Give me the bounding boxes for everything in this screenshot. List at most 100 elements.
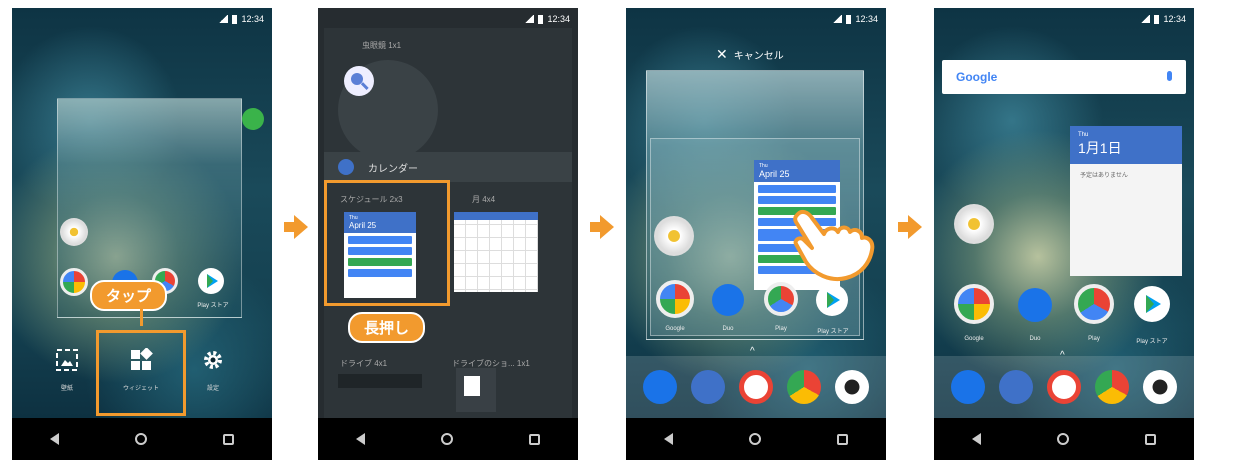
settings-option[interactable]: 設定 [198,348,228,392]
home-icon[interactable] [135,433,147,445]
google-folder-icon[interactable] [60,268,88,296]
screen-2-phone: 12:34 虫眼鏡 1x1 カレンダー スケジュール 2x3 月 4x4 Thu… [318,8,578,460]
widget-option[interactable]: ウィジェット [116,347,166,392]
cancel-label: キャンセル [733,51,784,62]
status-bar: 12:34 [524,14,570,24]
google-label: Google [964,336,984,342]
status-time: 12:34 [547,14,570,24]
google-folder-icon[interactable] [656,280,694,318]
month-widget-label: 月 4x4 [472,195,496,204]
play-store-icon[interactable] [816,284,848,316]
duo-app-icon[interactable] [712,284,744,316]
camera-app-icon[interactable] [835,370,869,404]
badge-connector [140,308,143,326]
battery-icon [232,14,238,24]
back-icon[interactable] [50,433,59,445]
google-folder-icon[interactable] [954,284,994,324]
back-icon[interactable] [356,433,365,445]
step-arrow-1 [284,215,308,239]
close-icon: ✕ [716,46,728,62]
dock [934,356,1194,418]
placed-schedule-widget[interactable]: Thu 1月1日 予定はありません [1070,126,1182,276]
gmail-app-icon[interactable] [739,370,773,404]
camera-app-icon[interactable] [1143,370,1177,404]
play-store-icon[interactable] [1134,286,1170,322]
gear-icon [204,351,222,369]
signal-icon [1140,15,1151,23]
messages-app-icon[interactable] [691,370,725,404]
home-options-menu: 壁紙 ウィジェット 設定 [12,326,272,418]
duo-app-icon[interactable] [1018,288,1052,322]
phone-app-icon[interactable] [951,370,985,404]
nav-bar [626,418,886,460]
month-widget-preview[interactable] [454,212,538,292]
step-arrow-2 [590,215,614,239]
play-store-label: Play ストア [817,329,849,335]
folder-app-icon[interactable] [954,204,994,244]
back-icon[interactable] [664,433,673,445]
drive-widget-label: ドライブ 4x1 [340,359,388,368]
play-label: Play [1088,336,1100,342]
step-arrow-3 [898,215,922,239]
calendar-header-label: カレンダー [368,163,418,175]
status-bar: 12:34 [1140,14,1186,24]
screen-1-phone: 12:34 Play ストア タップ 壁紙 ウィジェット 設定 [12,8,272,460]
magnifier-widget-label: 虫眼鏡 1x1 [362,41,402,50]
magnifier-widget-preview[interactable] [338,60,438,160]
nav-bar [934,418,1194,460]
schedule-date: April 25 [759,169,790,179]
drive-icon [464,376,480,396]
drive-shortcut-preview[interactable] [456,368,496,412]
google-search-bar[interactable]: Google [942,60,1186,94]
settings-label: 設定 [206,386,219,392]
recents-icon[interactable] [223,433,234,445]
battery-icon [1154,14,1160,24]
battery-icon [846,14,852,24]
widget-label: ウィジェット [122,386,159,392]
status-bar: 12:34 [832,14,878,24]
status-time: 12:34 [855,14,878,24]
dock [626,356,886,418]
folder-app-icon[interactable] [654,216,694,256]
chrome-app-icon[interactable] [1095,370,1129,404]
nav-bar [12,418,272,460]
play-folder-icon[interactable] [764,282,798,316]
play-store-icon[interactable] [198,268,224,294]
messages-app-icon[interactable] [999,370,1033,404]
nav-bar [318,418,578,460]
tap-badge: タップ [90,280,168,311]
play-store-label: Play ストア [197,303,229,309]
schedule-empty-text: 予定はありません [1080,173,1128,179]
back-icon[interactable] [972,433,981,445]
event-item [758,196,836,204]
screen-3-phone: 12:34 ✕ キャンセル Thu April 25 Google Duo Pl… [626,8,886,460]
wallpaper-option[interactable]: 壁紙 [52,348,82,392]
recents-icon[interactable] [1145,433,1156,445]
line-app-icon[interactable] [242,108,264,130]
magnifier-icon [344,66,374,96]
mic-icon[interactable] [1167,71,1172,81]
phone-app-icon[interactable] [643,370,677,404]
gmail-app-icon[interactable] [1047,370,1081,404]
signal-icon [832,15,843,23]
hand-pointer-icon [793,209,875,281]
schedule-widget-highlight [324,180,450,306]
cancel-button[interactable]: ✕ キャンセル [716,46,784,63]
calendar-app-icon [338,159,354,175]
play-folder-icon[interactable] [1074,284,1114,324]
home-icon[interactable] [1057,433,1069,445]
folder-app-icon[interactable] [60,218,88,246]
recents-icon[interactable] [529,433,540,445]
duo-label: Duo [722,326,734,332]
chrome-app-icon[interactable] [787,370,821,404]
status-bar: 12:34 [218,14,264,24]
wallpaper-icon [56,349,78,371]
recents-icon[interactable] [837,433,848,445]
home-icon[interactable] [749,433,761,445]
home-icon[interactable] [441,433,453,445]
duo-label: Duo [1029,336,1041,342]
google-label: Google [665,326,685,332]
drive-widget-preview[interactable] [338,374,422,388]
play-label: Play [775,326,787,332]
schedule-date: 1月1日 [1078,140,1122,156]
